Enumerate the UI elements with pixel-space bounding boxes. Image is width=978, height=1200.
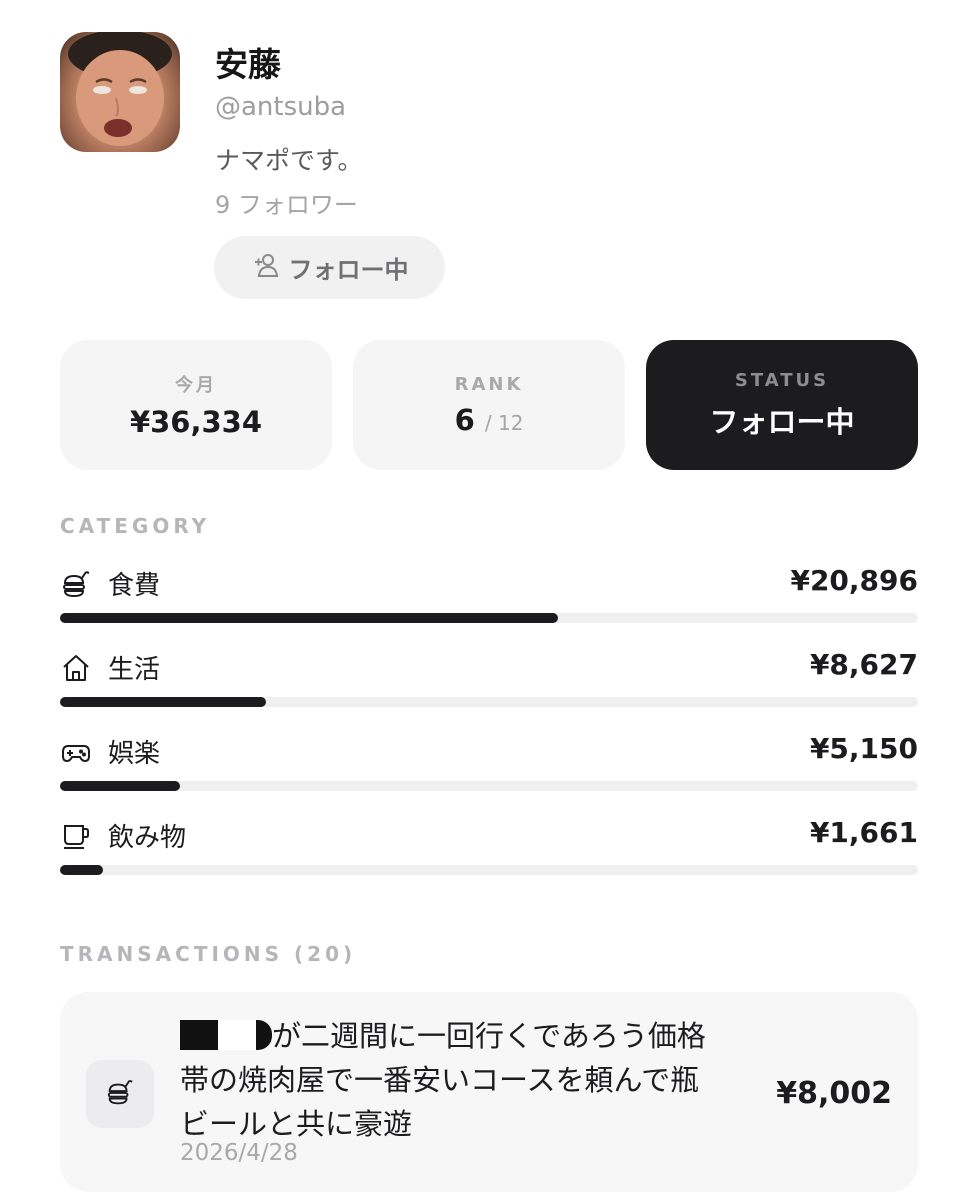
profile-name: 安藤 [215, 45, 281, 84]
profile-handle: @antsuba [215, 92, 347, 122]
category-amount: ¥1,661 [809, 816, 918, 849]
month-total-card: 今月 ¥36,334 [60, 340, 332, 470]
transaction-date: 2026/4/28 [180, 1140, 298, 1166]
transaction-description-line: 帯の焼肉屋で一番安いコースを頼んで瓶 [180, 1063, 700, 1097]
category-row-drinks[interactable]: 飲み物 ¥1,661 [60, 816, 918, 880]
status-value: フォロー中 [709, 404, 855, 439]
user-plus-icon [251, 250, 281, 286]
redaction-block [256, 1020, 272, 1050]
category-row-entertainment[interactable]: 娯楽 ¥5,150 [60, 732, 918, 796]
category-name: 飲み物 [108, 823, 187, 853]
category-bar-fill [60, 613, 558, 623]
category-row-food[interactable]: 食費 ¥20,896 [60, 564, 918, 628]
follower-count[interactable]: 9 フォロワー [215, 185, 358, 220]
category-bar-track [60, 865, 918, 875]
category-amount: ¥20,896 [790, 564, 918, 597]
category-row-living[interactable]: 生活 ¥8,627 [60, 648, 918, 712]
category-heading: CATEGORY [60, 514, 211, 538]
month-label: 今月 [175, 375, 217, 396]
status-card: STATUS フォロー中 [646, 340, 918, 470]
category-bar-track [60, 613, 918, 623]
rank-total: / 12 [484, 410, 524, 435]
rank-label: RANK [454, 373, 524, 395]
rank-number: 6 [454, 402, 475, 437]
following-button-label: フォロー中 [288, 256, 409, 284]
transaction-description-line: が二週間に一回行くであろう価格 [272, 1019, 706, 1053]
rank-card: RANK 6 / 12 [353, 340, 625, 470]
food-icon [105, 1077, 135, 1111]
redaction-block [218, 1020, 256, 1050]
category-bar-track [60, 781, 918, 791]
category-bar-fill [60, 697, 266, 707]
transaction-category-icon [86, 1060, 154, 1128]
transaction-description: が二週間に一回行くであろう価格 帯の焼肉屋で一番安いコースを頼んで瓶 ビールと共… [180, 1014, 780, 1146]
category-name: 食費 [108, 571, 161, 601]
transaction-card[interactable]: が二週間に一回行くであろう価格 帯の焼肉屋で一番安いコースを頼んで瓶 ビールと共… [60, 992, 918, 1192]
transaction-description-line: ビールと共に豪遊 [180, 1107, 413, 1141]
month-value: ¥36,334 [129, 405, 263, 439]
category-bar-track [60, 697, 918, 707]
rank-value: 6 / 12 [455, 403, 524, 437]
food-icon [60, 568, 92, 600]
category-name: 娯楽 [108, 739, 161, 769]
house-icon [60, 652, 92, 684]
transaction-amount: ¥8,002 [776, 1076, 892, 1111]
gamepad-icon [60, 736, 92, 768]
category-amount: ¥5,150 [809, 732, 918, 765]
category-amount: ¥8,627 [809, 648, 918, 681]
cup-icon [60, 820, 92, 852]
transactions-heading: TRANSACTIONS (20) [60, 942, 357, 966]
status-label: STATUS [734, 369, 830, 391]
following-button[interactable]: フォロー中 [214, 236, 445, 299]
redaction-block [180, 1020, 218, 1050]
avatar[interactable] [60, 32, 180, 152]
category-bar-fill [60, 781, 181, 791]
profile-bio: ナマポです。 [215, 146, 363, 175]
category-name: 生活 [108, 655, 161, 685]
category-bar-fill [60, 865, 103, 875]
